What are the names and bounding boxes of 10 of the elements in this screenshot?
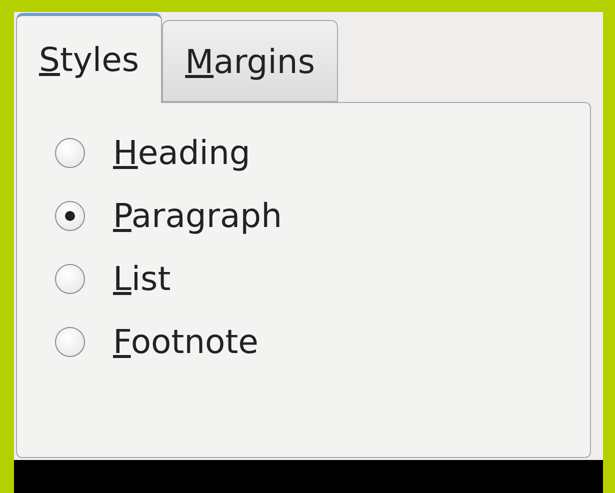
radio-label[interactable]: Footnote (113, 322, 258, 361)
radio-button[interactable] (55, 326, 85, 356)
radio-button[interactable] (55, 200, 85, 230)
radio-label[interactable]: Heading (113, 133, 250, 172)
tab[interactable]: Margins (162, 20, 338, 102)
tab[interactable]: Styles (16, 13, 162, 103)
radio-button[interactable] (55, 264, 85, 294)
radio-button[interactable] (55, 138, 85, 168)
radio-label[interactable]: Paragraph (113, 196, 282, 235)
radio-label[interactable]: List (113, 259, 171, 298)
